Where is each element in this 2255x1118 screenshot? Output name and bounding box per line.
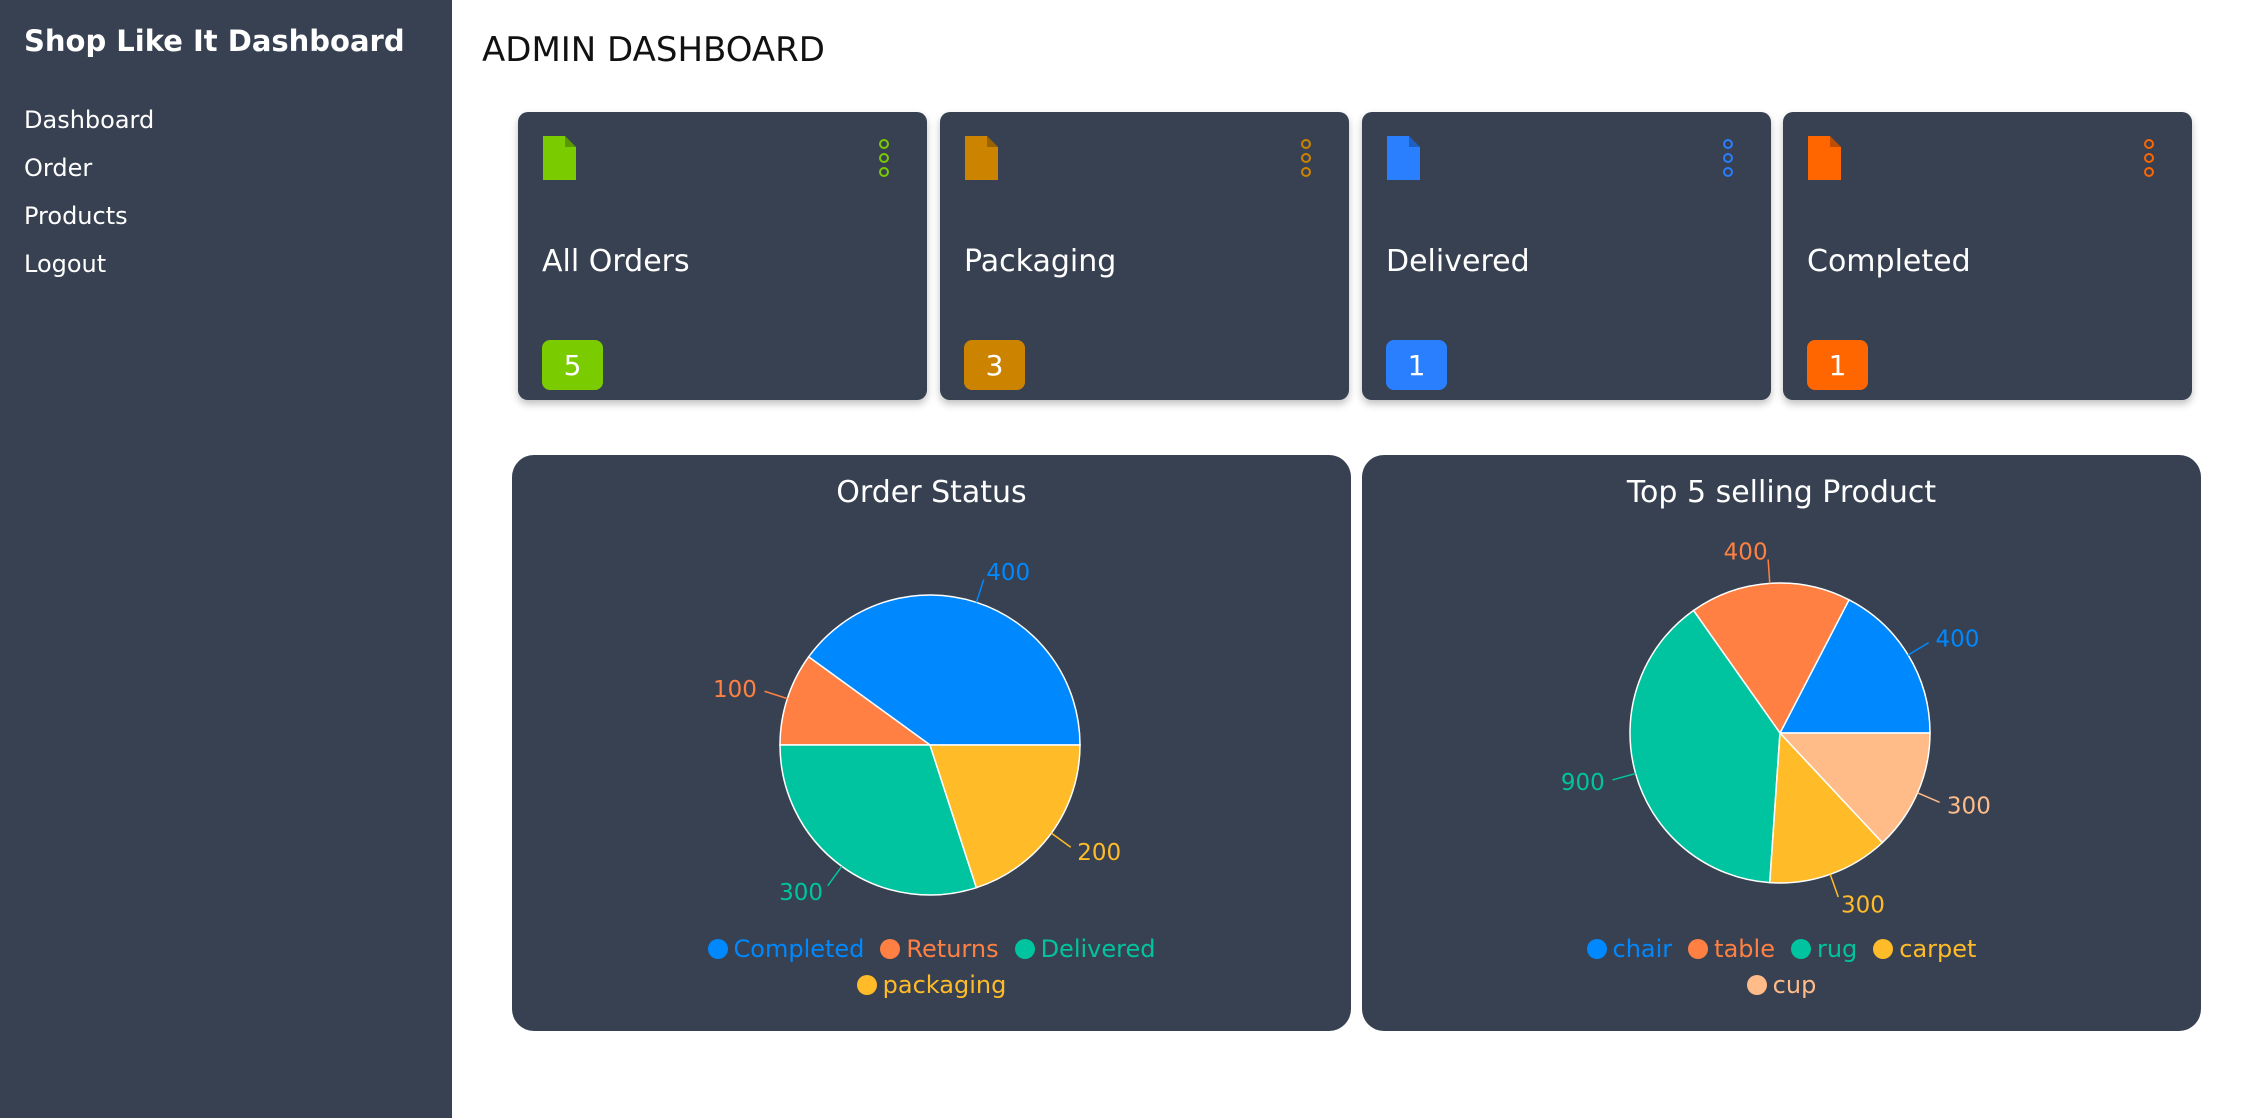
legend-label: Returns	[906, 935, 999, 963]
legend-item-completed[interactable]: Completed	[707, 931, 865, 967]
count-badge: 1	[1386, 340, 1447, 390]
legend-dot	[880, 939, 901, 959]
data-label: 400	[1936, 626, 1980, 652]
label-line	[1829, 874, 1839, 898]
count-badge: 1	[1807, 340, 1868, 390]
label-line	[764, 690, 788, 700]
file-icon	[1808, 136, 1841, 180]
legend-dot	[1790, 939, 1811, 959]
data-label: 400	[1724, 539, 1768, 565]
data-label: 900	[1561, 770, 1605, 796]
count-badge: 5	[542, 340, 603, 390]
legend-dot	[1586, 939, 1607, 959]
legend-label: rug	[1816, 935, 1858, 963]
brand-title: Shop Like It Dashboard	[24, 24, 405, 58]
legend-item-chair[interactable]: chair	[1586, 931, 1673, 967]
legend-item-cup[interactable]: cup	[1746, 967, 1817, 1003]
data-label: 300	[1947, 794, 1991, 820]
order-status-chart-panel: Order Status 400 100 300 200 Completed Retur…	[512, 455, 1351, 1031]
sidebar-item-order[interactable]: Order	[24, 152, 154, 200]
stat-card-delivered[interactable]: Delivered 1	[1362, 112, 1771, 400]
legend-dot	[1746, 975, 1767, 995]
stat-card-packaging[interactable]: Packaging 3	[940, 112, 1349, 400]
top-selling-pie[interactable]: 400 400 900 300 300	[1362, 455, 2201, 925]
legend-label: Delivered	[1040, 935, 1156, 963]
file-icon	[543, 136, 576, 180]
legend-label: packaging	[882, 971, 1007, 999]
legend-item-returns[interactable]: Returns	[880, 931, 999, 967]
legend-label: Completed	[733, 935, 865, 963]
legend-item-delivered[interactable]: Delivered	[1014, 931, 1156, 967]
stat-card-completed[interactable]: Completed 1	[1783, 112, 2192, 400]
legend-label: carpet	[1899, 935, 1977, 963]
label-line	[1050, 832, 1072, 848]
chart-legend: Completed Returns Delivered packaging	[512, 931, 1351, 1003]
legend-dot	[1014, 939, 1035, 959]
data-label: 100	[713, 677, 757, 703]
label-line	[827, 865, 843, 887]
count-badge: 3	[964, 340, 1025, 390]
card-title: All Orders	[542, 244, 690, 279]
more-vertical-icon[interactable]	[1299, 138, 1313, 178]
label-line	[1907, 641, 1930, 656]
legend-item-table[interactable]: table	[1688, 931, 1775, 967]
legend-label: table	[1714, 935, 1775, 963]
sidebar-nav: Dashboard Order Products Logout	[24, 104, 154, 296]
file-icon	[965, 136, 998, 180]
label-line	[1612, 772, 1636, 781]
label-line	[1767, 559, 1771, 584]
card-title: Packaging	[964, 244, 1117, 279]
card-title: Delivered	[1386, 244, 1530, 279]
legend-item-carpet[interactable]: carpet	[1873, 931, 1976, 967]
more-vertical-icon[interactable]	[2142, 138, 2156, 178]
legend-label: cup	[1772, 971, 1817, 999]
more-vertical-icon[interactable]	[1721, 138, 1735, 178]
label-line	[1917, 792, 1940, 804]
card-title: Completed	[1807, 244, 1971, 279]
data-label: 300	[779, 880, 823, 906]
legend-dot	[707, 939, 728, 959]
sidebar: Shop Like It Dashboard Dashboard Order P…	[0, 0, 452, 1118]
legend-dot	[1873, 939, 1894, 959]
legend-dot	[1688, 939, 1709, 959]
label-line	[975, 579, 985, 603]
data-label: 300	[1841, 892, 1885, 918]
more-vertical-icon[interactable]	[877, 138, 891, 178]
sidebar-item-dashboard[interactable]: Dashboard	[24, 104, 154, 152]
legend-item-packaging[interactable]: packaging	[856, 967, 1007, 1003]
legend-label: chair	[1612, 935, 1673, 963]
legend-item-rug[interactable]: rug	[1790, 931, 1858, 967]
stat-card-all-orders[interactable]: All Orders 5	[518, 112, 927, 400]
file-icon	[1387, 136, 1420, 180]
data-label: 200	[1077, 840, 1121, 866]
legend-dot	[856, 975, 877, 995]
sidebar-item-products[interactable]: Products	[24, 200, 154, 248]
chart-legend: chair table rug carpet cup	[1362, 931, 2201, 1003]
data-label: 400	[986, 560, 1030, 586]
order-status-pie[interactable]: 400 100 300 200	[512, 455, 1351, 925]
page-title: ADMIN DASHBOARD	[482, 30, 825, 70]
top-selling-chart-panel: Top 5 selling Product 400 400 900 300 300 ch…	[1362, 455, 2201, 1031]
sidebar-item-logout[interactable]: Logout	[24, 248, 154, 296]
